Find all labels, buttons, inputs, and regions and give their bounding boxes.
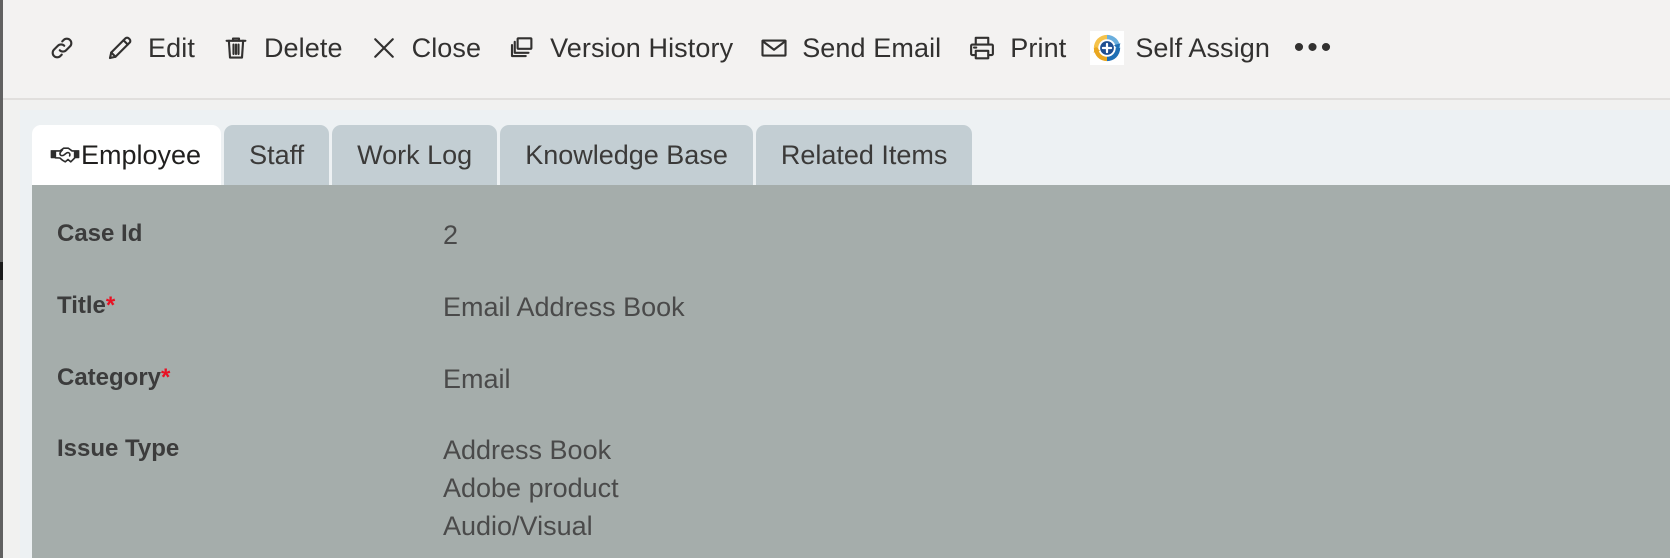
command-delete-label: Delete xyxy=(263,32,343,63)
field-value-issue-type: Address Book Adobe product Audio/Visual xyxy=(443,432,619,545)
required-asterisk-category: * xyxy=(161,363,171,391)
command-version-history-label: Version History xyxy=(550,32,734,63)
command-edit-label: Edit xyxy=(148,32,195,63)
field-value-issue-type-line: Address Book xyxy=(443,435,612,466)
window-left-border-notch xyxy=(0,262,3,280)
command-link-button[interactable] xyxy=(33,14,91,82)
page-body: Employee Staff Work Log Knowledge Base Relat… xyxy=(3,100,1670,558)
command-overflow-button[interactable]: ••• xyxy=(1290,14,1338,82)
tab-employee[interactable]: Employee xyxy=(32,125,222,185)
field-value-category-line: Email xyxy=(443,363,511,394)
field-value-case-id-line: 2 xyxy=(443,220,459,250)
form-field-list: Case Id 2 Title* Email Address Book Category… xyxy=(32,185,1670,546)
command-delete-button[interactable]: Delete xyxy=(207,14,355,82)
field-value-category: Email xyxy=(443,361,511,399)
command-print-label: Print xyxy=(1010,32,1067,63)
tab-strip: Employee Staff Work Log Knowledge Base Relat… xyxy=(20,125,975,185)
employee-form: Case Id 2 Title* Email Address Book Category… xyxy=(32,185,1670,558)
form-row-title: Title* Email Address Book xyxy=(57,289,1670,327)
printer-icon xyxy=(965,31,999,65)
command-close-label: Close xyxy=(411,32,482,63)
tab-work-log[interactable]: Work Log xyxy=(332,125,498,185)
field-label-title-text: Title xyxy=(57,291,106,319)
field-label-title: Title* xyxy=(57,289,443,321)
case-detail-panel: Employee Staff Work Log Knowledge Base Relat… xyxy=(20,110,1670,558)
command-send-email-label: Send Email xyxy=(802,32,942,63)
command-self-assign-button[interactable]: Self Assign xyxy=(1078,14,1282,82)
command-close-button[interactable]: Close xyxy=(355,14,494,82)
field-label-issue-type-text: Issue Type xyxy=(57,435,180,463)
field-value-case-id: 2 xyxy=(443,217,458,255)
trash-icon xyxy=(219,31,253,65)
tab-staff-label: Staff xyxy=(249,139,305,170)
tab-employee-label: Employee xyxy=(81,139,202,170)
field-label-category: Category* xyxy=(57,361,443,393)
field-value-issue-type-line: Adobe product xyxy=(443,473,619,504)
command-self-assign-label: Self Assign xyxy=(1135,32,1270,63)
version-history-icon xyxy=(505,31,539,65)
field-label-issue-type: Issue Type xyxy=(57,432,443,464)
handshake-icon xyxy=(50,142,80,168)
tab-related-items-label: Related Items xyxy=(780,139,948,170)
field-value-issue-type-line: Audio/Visual xyxy=(443,510,593,541)
command-bar-buttons: Edit Delete Close Version History Send Email… xyxy=(3,0,1670,96)
envelope-icon xyxy=(757,31,791,65)
pencil-icon xyxy=(103,31,137,65)
command-send-email-button[interactable]: Send Email xyxy=(745,14,953,82)
command-bar: Edit Delete Close Version History Send Email… xyxy=(3,0,1670,100)
command-edit-button[interactable]: Edit xyxy=(91,14,207,82)
application-window: Edit Delete Close Version History Send Email… xyxy=(0,0,1670,558)
form-row-category: Category* Email xyxy=(57,361,1670,399)
tab-work-log-label: Work Log xyxy=(357,139,473,170)
form-row-issue-type: Issue Type Address Book Adobe product Audio… xyxy=(57,432,1670,545)
command-version-history-button[interactable]: Version History xyxy=(493,14,745,82)
field-label-case-id-text: Case Id xyxy=(57,220,143,247)
required-asterisk-title: * xyxy=(105,291,116,319)
command-print-button[interactable]: Print xyxy=(953,14,1078,82)
tab-related-items[interactable]: Related Items xyxy=(755,125,973,185)
field-value-title-line: Email Address Book xyxy=(443,291,685,322)
link-icon xyxy=(45,31,79,65)
close-x-icon xyxy=(367,31,401,65)
tab-staff[interactable]: Staff xyxy=(224,125,330,185)
tab-knowledge-base-label: Knowledge Base xyxy=(525,139,728,170)
field-label-category-text: Category xyxy=(57,363,162,391)
field-value-title: Email Address Book xyxy=(443,289,685,327)
tab-knowledge-base[interactable]: Knowledge Base xyxy=(500,125,753,185)
self-assign-icon xyxy=(1090,31,1125,65)
form-row-case-id: Case Id 2 xyxy=(57,217,1670,255)
field-label-case-id: Case Id xyxy=(57,217,443,249)
